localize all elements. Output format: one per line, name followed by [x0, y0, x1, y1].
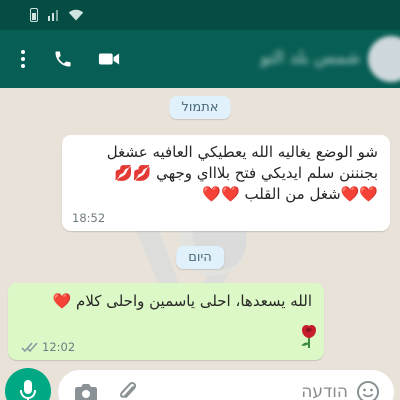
- more-options-icon[interactable]: [6, 30, 40, 88]
- emoji-button[interactable]: [354, 378, 382, 400]
- contact-avatar[interactable]: [368, 36, 400, 82]
- phone-icon: [55, 51, 71, 67]
- camera-icon: [75, 384, 97, 400]
- status-bar: [0, 0, 400, 30]
- paperclip-icon: [119, 382, 137, 398]
- incoming-message-bubble[interactable]: شو الوضع يغاليه الله يعطيكي العافيه عشغل…: [62, 135, 390, 231]
- voice-message-button[interactable]: [5, 368, 51, 400]
- message-time: 12:02: [42, 340, 76, 354]
- rose-icon: [301, 325, 316, 348]
- message-input[interactable]: [208, 378, 348, 400]
- read-receipt-icon: [21, 342, 38, 353]
- video-call-button[interactable]: [86, 30, 132, 88]
- outgoing-message-bubble[interactable]: الله يسعدها، احلى ياسمين واحلى كلام ❤️ 1…: [8, 283, 324, 360]
- battery-icon: [30, 8, 38, 22]
- attach-button[interactable]: [114, 378, 142, 400]
- camera-button[interactable]: [72, 378, 100, 400]
- emoji-icon: [357, 381, 379, 400]
- date-separator: אתמול: [169, 96, 231, 119]
- signal-icon: [48, 9, 58, 21]
- message-time: 18:52: [72, 211, 106, 225]
- message-text: شو الوضع يغاليه الله يعطيكي العافيه عشغل…: [106, 143, 378, 203]
- chat-header: شمس بلد التو: [0, 30, 400, 88]
- message-composer: [58, 370, 394, 400]
- microphone-icon: [20, 380, 36, 400]
- video-camera-icon: [98, 53, 120, 65]
- voice-call-button[interactable]: [40, 30, 86, 88]
- contact-name[interactable]: شمس بلد التو: [260, 48, 360, 68]
- date-separator: היום: [176, 246, 224, 269]
- message-text: الله يسعدها، احلى ياسمين واحلى كلام ❤️: [52, 292, 312, 310]
- wifi-icon: [68, 9, 84, 21]
